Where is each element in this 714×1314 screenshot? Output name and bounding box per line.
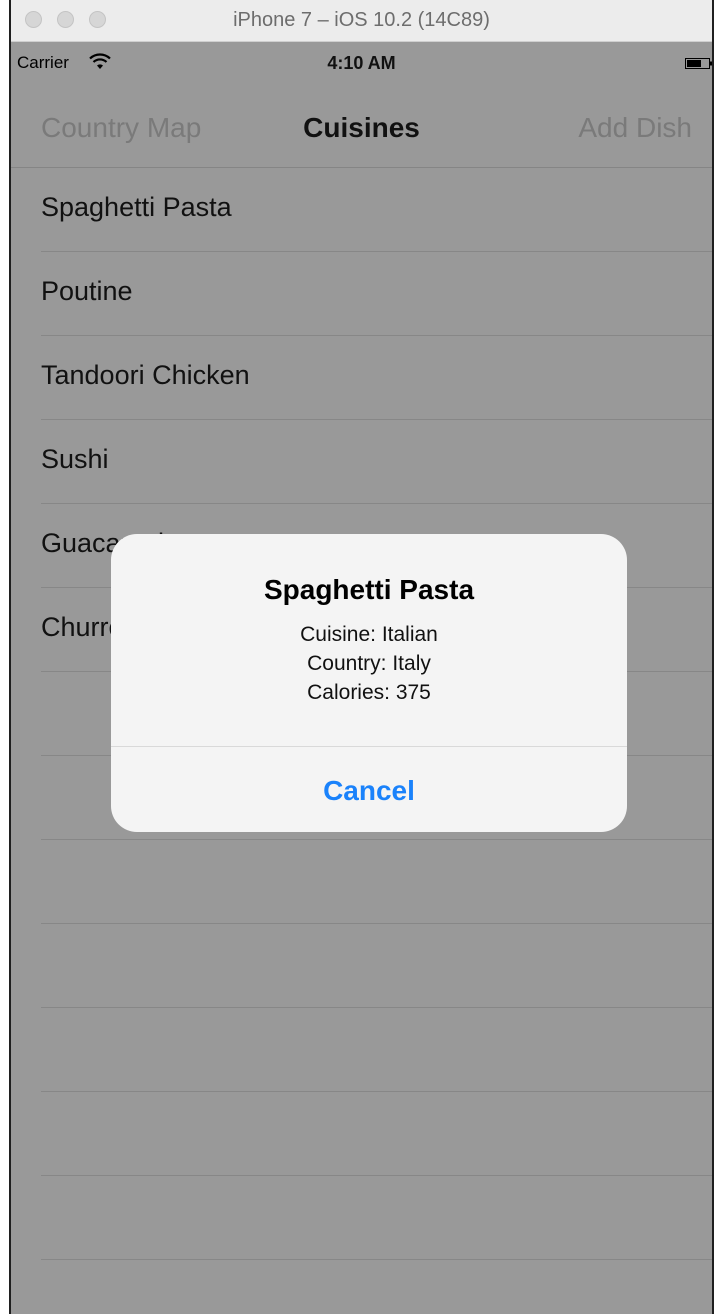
- empty-row: [41, 924, 712, 1008]
- empty-row: [41, 1008, 712, 1092]
- empty-row: [41, 840, 712, 924]
- alert-calories: Calories: 375: [307, 681, 431, 704]
- list-item-label: Sushi: [41, 444, 109, 474]
- list-item[interactable]: Spaghetti Pasta: [41, 168, 712, 252]
- cancel-button[interactable]: Cancel: [111, 747, 627, 832]
- list-item-label: Spaghetti Pasta: [41, 192, 232, 222]
- window-titlebar: iPhone 7 – iOS 10.2 (14C89): [11, 0, 712, 42]
- empty-row: [41, 1260, 712, 1314]
- status-time: 4:10 AM: [327, 53, 396, 73]
- alert-cuisine: Cuisine: Italian: [300, 623, 438, 646]
- list-item-label: Tandoori Chicken: [41, 360, 250, 390]
- window-title: iPhone 7 – iOS 10.2 (14C89): [233, 9, 490, 31]
- empty-row: [41, 1176, 712, 1260]
- empty-row: [41, 1092, 712, 1176]
- list-item[interactable]: Tandoori Chicken: [41, 336, 712, 420]
- status-bar: Carrier 4:10 AM: [11, 42, 712, 82]
- alert-message: Cuisine: Italian Country: Italy Calories…: [111, 620, 627, 707]
- dish-alert: Spaghetti Pasta Cuisine: Italian Country…: [111, 534, 627, 832]
- add-dish-button[interactable]: Add Dish: [578, 112, 692, 144]
- alert-title: Spaghetti Pasta: [263, 574, 475, 605]
- list-item[interactable]: Sushi: [41, 420, 712, 504]
- alert-country: Country: Italy: [307, 652, 431, 675]
- list-item-label: Poutine: [41, 276, 133, 306]
- battery-icon: [685, 58, 712, 69]
- phone-screen: Carrier 4:10 AM Country Map Cuisines Add…: [11, 42, 712, 1314]
- simulator-window: iPhone 7 – iOS 10.2 (14C89) Carrier 4:10…: [9, 0, 714, 1314]
- navigation-bar: Country Map Cuisines Add Dish: [11, 82, 712, 168]
- list-item[interactable]: Poutine: [41, 252, 712, 336]
